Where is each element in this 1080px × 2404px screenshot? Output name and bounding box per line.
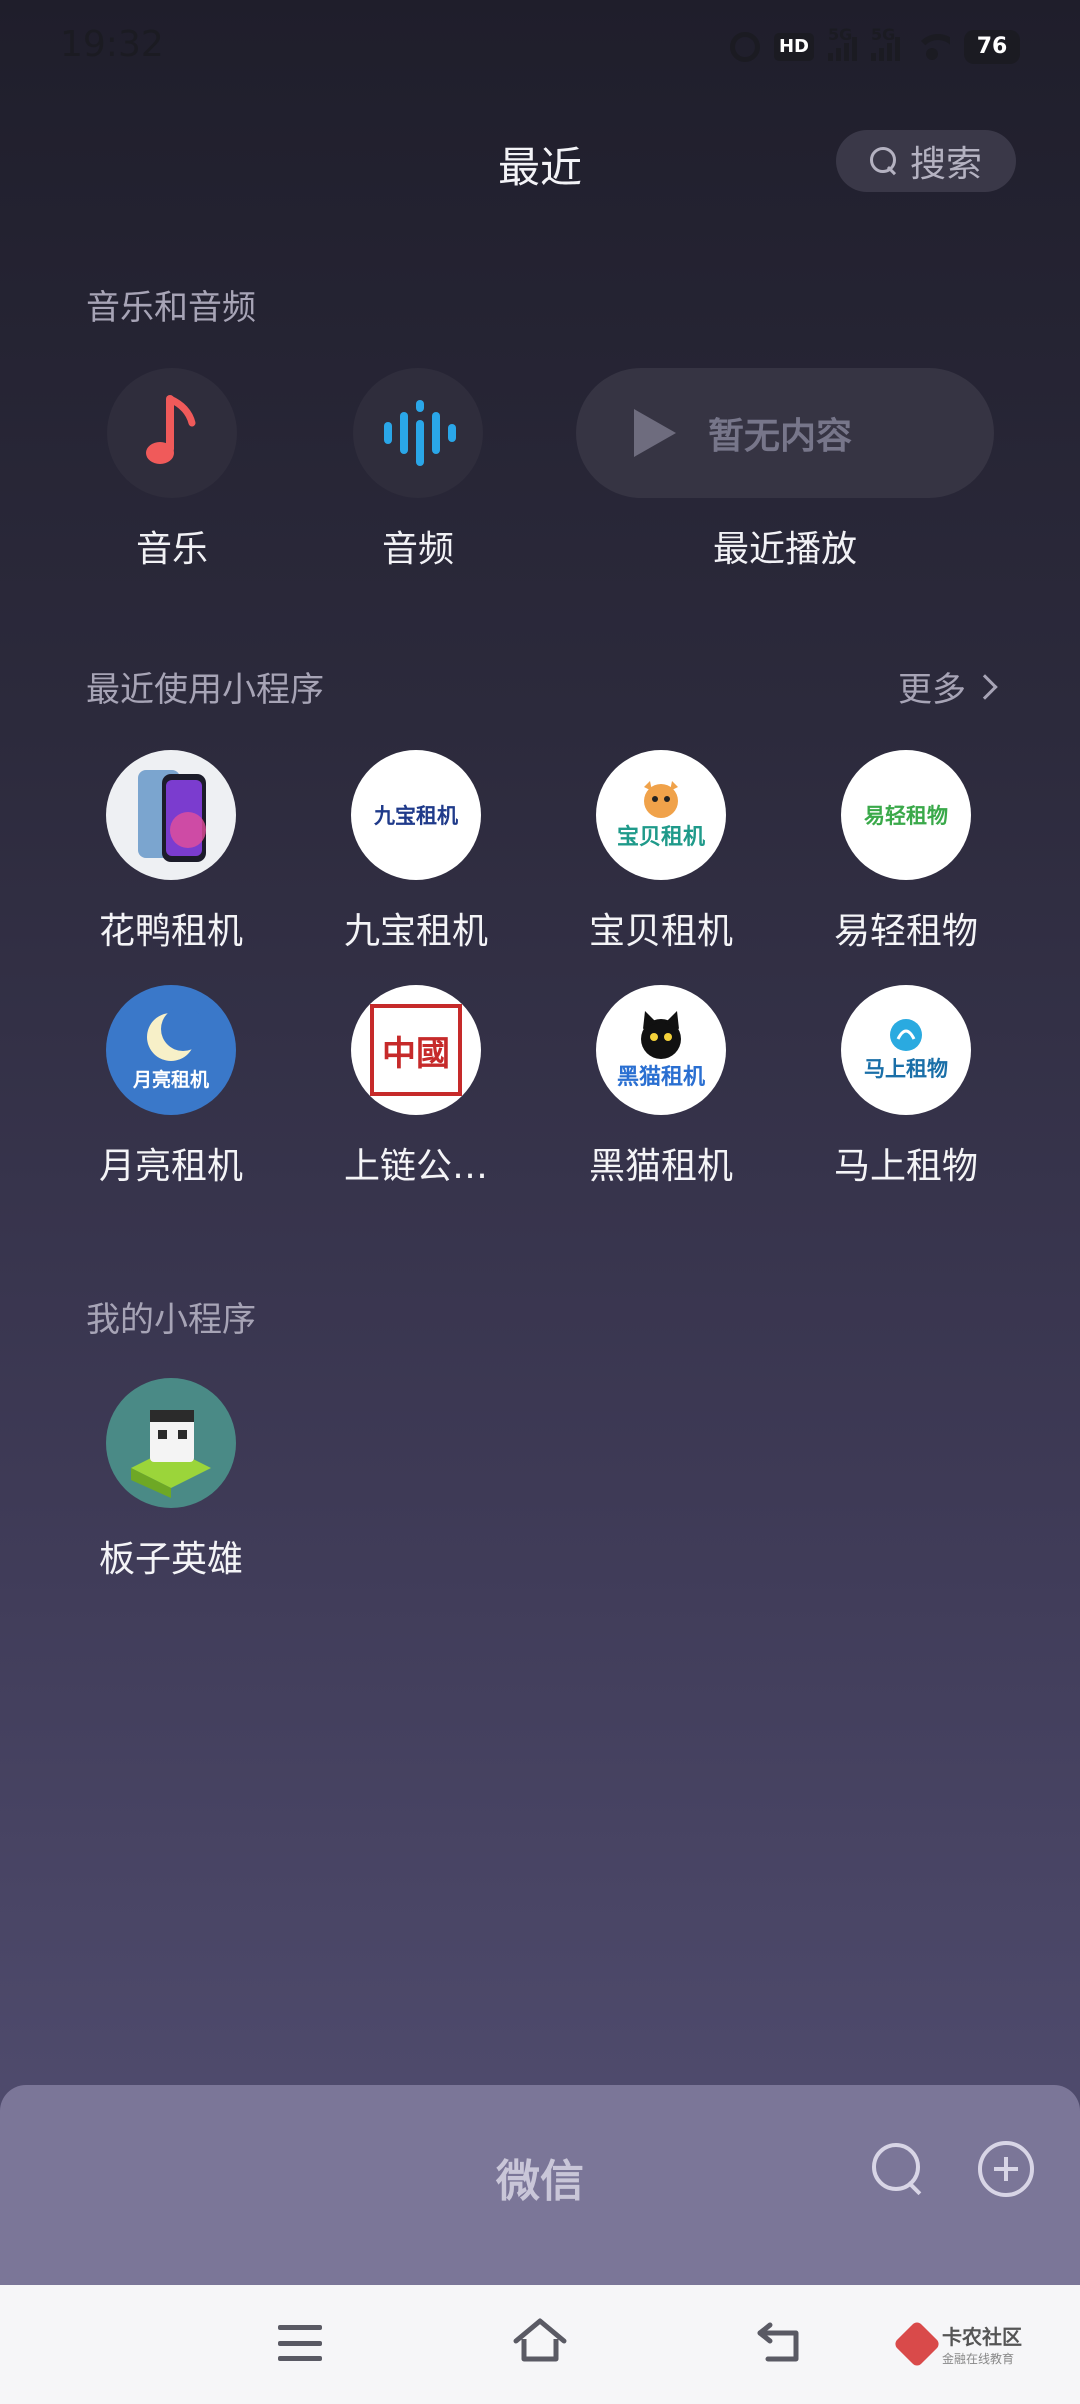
system-nav-bar: 卡农社区 金融在线教育 — [0, 2285, 1080, 2404]
back-icon[interactable] — [756, 2319, 804, 2363]
chevron-right-icon — [972, 673, 998, 700]
app-label: 花鸭租机 — [98, 911, 243, 952]
mashang-logo-icon: 马上租物 — [841, 985, 971, 1115]
baobei-logo-icon: 宝贝租机 — [596, 750, 726, 880]
app-logo-text: 九宝租机 — [374, 804, 458, 828]
wifi-icon — [914, 34, 950, 60]
more-label: 更多 — [898, 670, 966, 710]
audio-wave-icon — [353, 368, 483, 498]
seal-logo-icon: 中國 — [351, 985, 481, 1115]
sim2-label: 5G — [871, 25, 896, 44]
sim1-label: 5G — [828, 25, 853, 44]
search-button[interactable]: 搜索 — [836, 130, 1016, 192]
status-icons: HD 5G 5G 76 — [730, 25, 1020, 64]
app-item[interactable]: 中國 上链公… — [306, 985, 526, 1189]
battery-icon: 76 — [964, 30, 1020, 64]
watermark-tagline: 金融在线教育 — [942, 2352, 1015, 2366]
watermark-text: 卡农社区 金融在线教育 — [942, 2321, 1022, 2367]
play-icon — [634, 409, 676, 457]
add-icon[interactable] — [978, 2141, 1034, 2197]
search-icon — [869, 147, 898, 175]
app-label: 宝贝租机 — [588, 911, 733, 952]
app-logo-text: 马上租物 — [864, 1057, 948, 1081]
app-label: 黑猫租机 — [588, 1146, 733, 1187]
black-cat-logo-icon: 黑猫租机 — [596, 985, 726, 1115]
wechat-bottom-panel[interactable]: 微信 — [0, 2085, 1080, 2285]
app-item[interactable]: 宝贝租机 宝贝租机 — [551, 750, 771, 954]
phone-app-icon — [106, 750, 236, 880]
watermark-logo-icon — [892, 2319, 942, 2369]
status-time: 19:32 — [60, 24, 164, 65]
status-bar: 19:32 HD 5G 5G 76 — [0, 0, 1080, 100]
recent-apps-title: 最近使用小程序 — [86, 670, 324, 710]
app-label: 马上租物 — [833, 1146, 978, 1187]
signal-icon: 5G — [871, 25, 900, 61]
audio-label: 音频 — [381, 529, 454, 570]
app-item[interactable]: 花鸭租机 — [61, 750, 281, 954]
alarm-icon — [730, 32, 760, 62]
app-logo-text: 宝贝租机 — [616, 825, 705, 850]
moon-logo-icon: 月亮租机 — [106, 985, 236, 1115]
watermark: 卡农社区 金融在线教育 — [892, 2319, 1022, 2369]
app-item[interactable]: 月亮租机 月亮租机 — [61, 985, 281, 1189]
menu-icon[interactable] — [278, 2325, 322, 2361]
music-label: 音乐 — [135, 529, 208, 570]
hd-icon: HD — [774, 33, 814, 61]
app-item[interactable]: 黑猫租机 黑猫租机 — [551, 985, 771, 1189]
app-logo-text: 中國 — [382, 1033, 450, 1074]
signal-icon: 5G — [828, 25, 857, 61]
app-label: 易轻租物 — [833, 911, 978, 952]
app-item[interactable]: 马上租物 马上租物 — [796, 985, 1016, 1189]
music-button[interactable]: 音乐 — [92, 368, 252, 572]
watermark-name: 卡农社区 — [942, 2325, 1022, 2349]
recent-play-button[interactable]: 暂无内容 — [576, 368, 994, 498]
app-logo-text: 月亮租机 — [132, 1068, 209, 1091]
more-link[interactable]: 更多 — [898, 662, 998, 711]
app-logo-text: 易轻租物 — [864, 804, 948, 828]
my-apps-title: 我的小程序 — [86, 1300, 256, 1340]
search-icon[interactable] — [872, 2143, 924, 2195]
recent-play-label: 最近播放 — [712, 529, 857, 570]
media-section-title: 音乐和音频 — [86, 288, 256, 328]
app-item[interactable]: 九宝租机 九宝租机 — [306, 750, 526, 954]
recent-play-placeholder: 暂无内容 — [708, 416, 853, 457]
panda-game-icon — [106, 1378, 236, 1508]
audio-button[interactable]: 音频 — [338, 368, 498, 572]
search-label: 搜索 — [909, 144, 982, 185]
jiubao-logo-icon: 九宝租机 — [351, 750, 481, 880]
home-icon[interactable] — [512, 2315, 568, 2365]
app-label: 月亮租机 — [98, 1146, 243, 1187]
app-item[interactable]: 板子英雄 — [61, 1378, 281, 1582]
app-label: 板子英雄 — [98, 1539, 243, 1580]
music-note-icon — [107, 368, 237, 498]
app-label: 上链公… — [343, 1146, 488, 1187]
app-label: 九宝租机 — [343, 911, 488, 952]
yiqing-logo-icon: 易轻租物 — [841, 750, 971, 880]
app-item[interactable]: 易轻租物 易轻租物 — [796, 750, 1016, 954]
app-logo-text: 黑猫租机 — [616, 1065, 705, 1090]
